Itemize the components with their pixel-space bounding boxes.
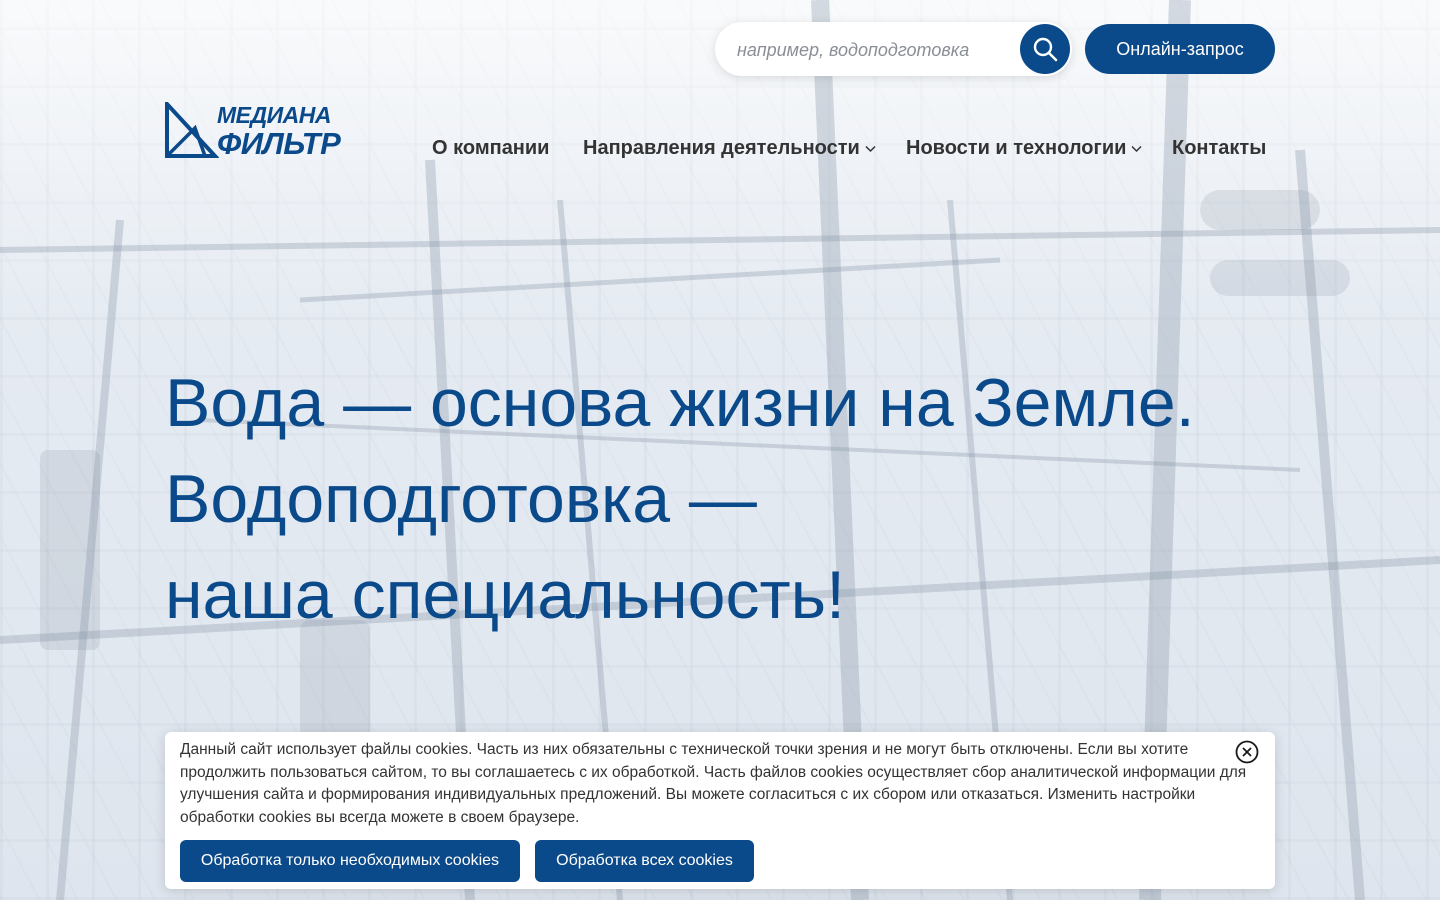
nav-item-label: О компании <box>432 137 550 159</box>
hero-line-2: Водоподготовка — <box>165 461 757 537</box>
cookie-banner: Данный сайт использует файлы cookies. Ча… <box>165 732 1275 889</box>
search-icon <box>1033 37 1058 62</box>
nav-item-label: Контакты <box>1172 137 1267 159</box>
hero-line-3: наша специальность! <box>165 557 845 633</box>
nav-item-label: Новости и технологии <box>906 137 1127 159</box>
main-navigation: О компании Направления деятельности Ново… <box>0 137 1440 163</box>
nav-item-news[interactable]: Новости и технологии <box>906 137 1142 160</box>
hero-heading: Вода — основа жизни на Земле. Водоподгот… <box>165 355 1315 643</box>
search-input[interactable] <box>735 22 1009 78</box>
search-button[interactable] <box>1020 24 1070 74</box>
all-cookies-button[interactable]: Обработка всех cookies <box>535 840 754 882</box>
close-circle-icon <box>1235 740 1259 764</box>
online-request-button[interactable]: Онлайн-запрос <box>1085 24 1275 74</box>
chevron-down-icon <box>865 142 876 156</box>
cookie-banner-text: Данный сайт использует файлы cookies. Ча… <box>180 741 1247 826</box>
close-banner-button[interactable] <box>1235 740 1259 764</box>
nav-item-contacts[interactable]: Контакты <box>1172 137 1266 160</box>
hero-line-1: Вода — основа жизни на Земле. <box>165 365 1195 441</box>
logo-text-line1: МЕДИАНА <box>217 102 331 128</box>
nav-item-activities[interactable]: Направления деятельности <box>583 137 876 160</box>
nav-item-about[interactable]: О компании <box>432 137 549 160</box>
search-box <box>715 22 1072 78</box>
necessary-cookies-button[interactable]: Обработка только необходимых cookies <box>180 840 520 882</box>
chevron-down-icon <box>1131 142 1142 156</box>
nav-item-label: Направления деятельности <box>583 137 860 159</box>
